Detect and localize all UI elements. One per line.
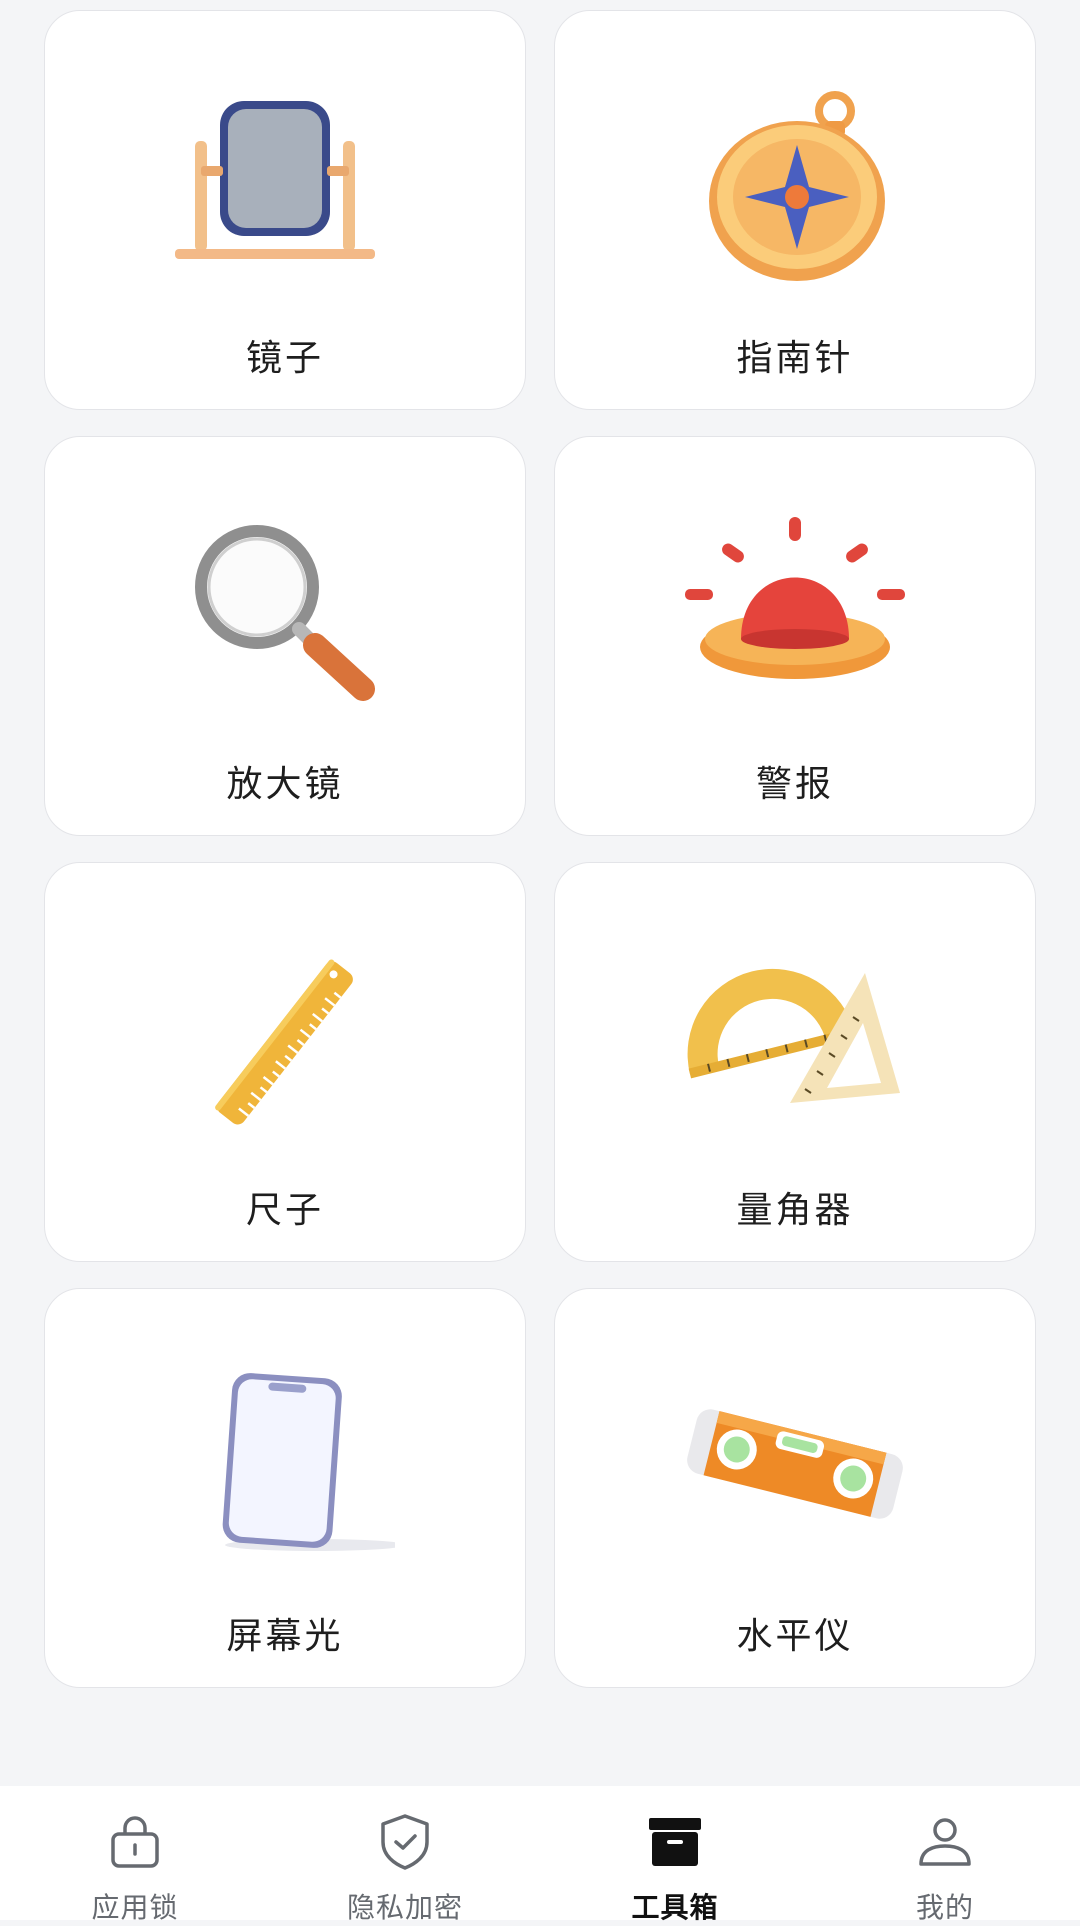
tab-label: 工具箱 [631, 1891, 719, 1924]
tool-card-mirror[interactable]: 镜子 [44, 10, 526, 410]
tab-toolbox[interactable]: 工具箱 [540, 1786, 810, 1924]
spirit-level-icon [687, 1409, 903, 1519]
protractor-icon [687, 968, 900, 1103]
tool-card-compass[interactable]: 指南针 [554, 10, 1036, 410]
screen-light-icon [222, 1373, 395, 1551]
tool-label: 尺子 [245, 1190, 324, 1231]
tool-label: 水平仪 [736, 1616, 854, 1657]
tool-card-ruler[interactable]: 尺子 [44, 862, 526, 1262]
tool-card-protractor[interactable]: 量角器 [554, 862, 1036, 1262]
ruler-icon [215, 959, 353, 1125]
tool-card-magnifier[interactable]: 放大镜 [44, 436, 526, 836]
tab-label: 隐私加密 [346, 1891, 463, 1924]
tab-label: 我的 [915, 1891, 974, 1924]
tool-grid: 镜子 指南针 放大镜 警报 尺子 量角器 屏幕光 水平仪 [44, 10, 1036, 1688]
tab-label: 应用锁 [91, 1891, 179, 1924]
lock-icon [111, 1816, 159, 1868]
shield-icon [381, 1814, 429, 1870]
tab-privacy-encryption[interactable]: 隐私加密 [270, 1786, 540, 1924]
toolbox-icon [649, 1818, 701, 1866]
tool-label: 放大镜 [226, 764, 344, 805]
user-icon [919, 1818, 971, 1866]
tab-app-lock[interactable]: 应用锁 [0, 1786, 270, 1924]
tab-me[interactable]: 我的 [810, 1786, 1080, 1924]
tool-card-alarm[interactable]: 警报 [554, 436, 1036, 836]
tool-label: 镜子 [245, 338, 324, 379]
tool-label: 屏幕光 [226, 1616, 344, 1657]
compass-icon [709, 91, 885, 281]
tool-card-screen-light[interactable]: 屏幕光 [44, 1288, 526, 1688]
alarm-icon [685, 517, 905, 679]
tool-card-spirit-level[interactable]: 水平仪 [554, 1288, 1036, 1688]
bottom-tab-bar: 应用锁 隐私加密 工具箱 我的 [0, 1786, 1080, 1924]
mirror-icon [175, 101, 375, 259]
magnifier-icon [195, 525, 375, 701]
tool-label: 量角器 [736, 1190, 854, 1231]
tool-label: 警报 [755, 764, 834, 805]
tool-label: 指南针 [736, 338, 854, 379]
